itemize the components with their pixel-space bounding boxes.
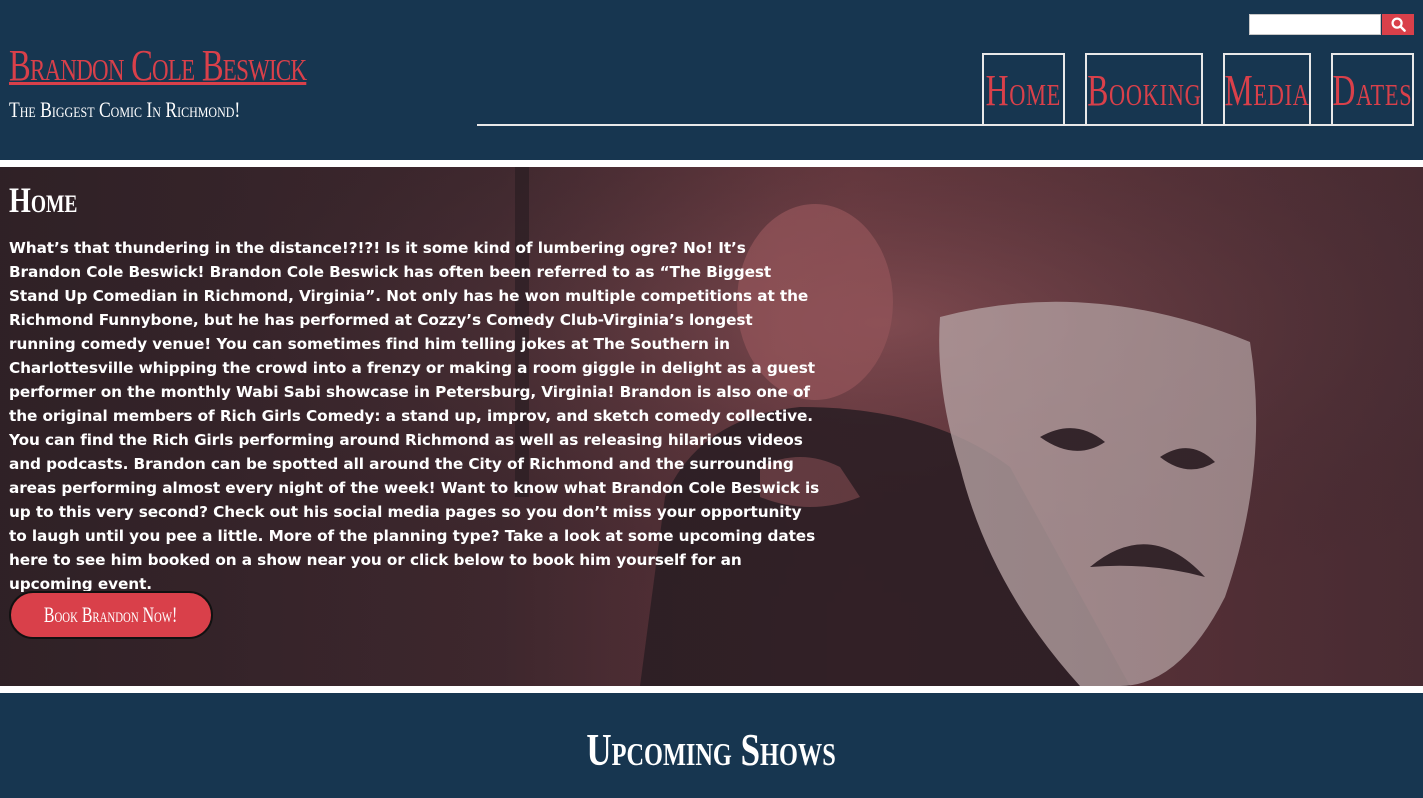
nav-item-media[interactable]: Media (1223, 53, 1311, 126)
search-input[interactable] (1249, 14, 1381, 35)
nav-item-label: Home (985, 65, 1062, 115)
nav-item-booking[interactable]: Booking (1085, 53, 1203, 126)
search-button[interactable] (1382, 14, 1414, 35)
upcoming-shows-heading: Upcoming Shows (0, 723, 1423, 777)
hero-border-top (0, 160, 1423, 167)
site-tagline: The Biggest Comic In Richmond! (9, 97, 241, 122)
hero-description: What’s that thundering in the distance!?… (9, 239, 820, 593)
hero-border-bottom (0, 686, 1423, 693)
hero-section: Home What’s that thundering in the dista… (0, 167, 1423, 686)
nav-item-home[interactable]: Home (982, 53, 1065, 126)
site-header: Brandon Cole Beswick The Biggest Comic I… (0, 0, 1423, 160)
upcoming-shows-section: Upcoming Shows (0, 693, 1423, 798)
nav-item-label: Booking (1086, 65, 1202, 115)
book-brandon-button[interactable]: Book Brandon Now! (9, 591, 213, 639)
book-button-label: Book Brandon Now! (44, 602, 178, 627)
nav-item-label: Dates (1332, 65, 1413, 115)
nav-item-dates[interactable]: Dates (1331, 53, 1414, 126)
upcoming-shows-heading-text: Upcoming Shows (586, 724, 837, 775)
search-icon (1390, 17, 1406, 32)
site-title-link[interactable]: Brandon Cole Beswick (9, 42, 307, 90)
nav-item-label: Media (1224, 65, 1310, 115)
page-title: Home (9, 180, 78, 220)
